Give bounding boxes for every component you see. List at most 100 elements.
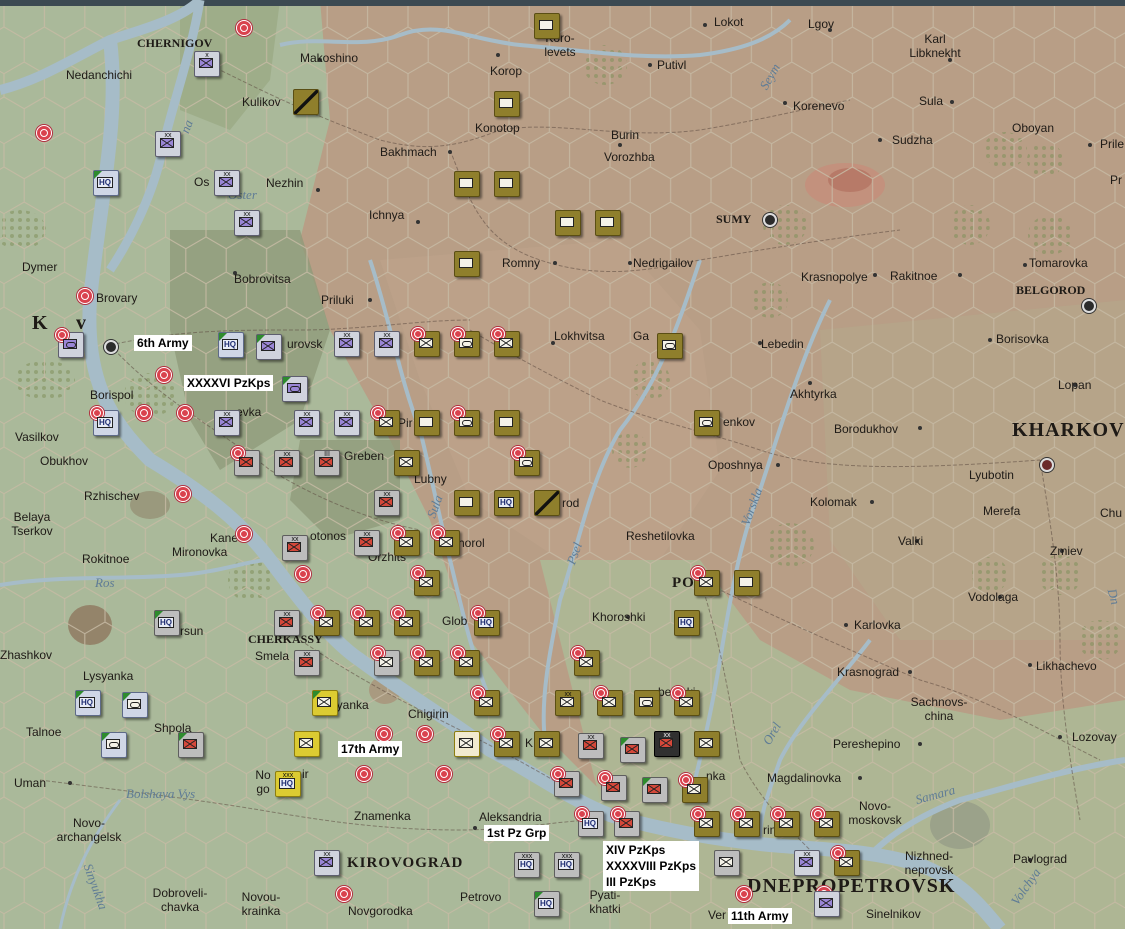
axis-division-counter[interactable]: [831, 846, 860, 876]
axis-supply-counter[interactable]: [734, 570, 760, 596]
soviet-division-counter[interactable]: xx: [374, 490, 400, 516]
axis-arm-counter[interactable]: [657, 333, 683, 359]
axis-supply-counter[interactable]: [454, 251, 480, 277]
soviet-hq-counter[interactable]: HQ: [575, 807, 604, 837]
soviet-division-counter[interactable]: xx: [314, 850, 340, 876]
soviet-division-counter[interactable]: xx: [214, 410, 240, 436]
soviet-hq-counter[interactable]: HQ: [218, 332, 244, 358]
axis-division-counter[interactable]: [691, 566, 720, 596]
axis-division-counter[interactable]: [511, 446, 540, 476]
label-11th-army[interactable]: 11th Army: [728, 908, 792, 924]
axis-hq-counter[interactable]: HQ: [674, 610, 700, 636]
objective-marker[interactable]: [336, 886, 352, 902]
axis-supply-counter[interactable]: [494, 410, 520, 436]
soviet-division-counter[interactable]: xx: [214, 170, 240, 196]
soviet-hq-counter[interactable]: xxx HQ: [554, 852, 580, 878]
axis-division-counter[interactable]: [351, 606, 380, 636]
axis-division-counter[interactable]: [571, 646, 600, 676]
axis-supply-counter[interactable]: [454, 490, 480, 516]
axis-division-counter[interactable]: [694, 731, 720, 757]
soviet-division-counter[interactable]: [642, 777, 668, 803]
soviet-hq-counter[interactable]: HQ: [154, 610, 180, 636]
label-17th-army[interactable]: 17th Army: [338, 741, 403, 757]
axis-division-counter[interactable]: [411, 646, 440, 676]
soviet-division-counter[interactable]: xx: [282, 535, 308, 561]
soviet-hq-counter[interactable]: HQ: [90, 406, 119, 436]
axis-division-counter[interactable]: [451, 327, 480, 357]
axis-division-counter[interactable]: [394, 450, 420, 476]
axis-division-counter[interactable]: [311, 606, 340, 636]
soviet-hq-counter[interactable]: HQ: [75, 690, 101, 716]
axis-division-counter[interactable]: [731, 807, 760, 837]
axis-supply-counter[interactable]: [494, 91, 520, 117]
axis-division-counter[interactable]: [371, 406, 400, 436]
soviet-division-counter[interactable]: xx: [334, 331, 360, 357]
soviet-division-counter[interactable]: [714, 850, 740, 876]
label-1st-pz-grp[interactable]: 1st Pz Grp: [484, 825, 550, 841]
axis-hq-counter[interactable]: HQ: [494, 490, 520, 516]
soviet-hq-counter[interactable]: xxx HQ: [514, 852, 540, 878]
axis-supply-counter[interactable]: [494, 171, 520, 197]
soviet-division-counter[interactable]: xx: [374, 331, 400, 357]
soviet-division-counter[interactable]: xx: [234, 210, 260, 236]
soviet-division-counter[interactable]: [231, 446, 260, 476]
soviet-division-counter[interactable]: [55, 328, 84, 358]
soviet-division-counter[interactable]: xx: [274, 610, 300, 636]
axis-division-counter[interactable]: [471, 686, 500, 716]
axis-division-counter[interactable]: [451, 406, 480, 436]
axis-division-counter[interactable]: [411, 327, 440, 357]
objective-marker[interactable]: [436, 766, 452, 782]
soviet-armor-counter[interactable]: [122, 692, 148, 718]
axis-ally-counter[interactable]: [312, 690, 338, 716]
axis-panzer-counter[interactable]: [534, 490, 560, 516]
axis-ally-hq-counter[interactable]: xxx HQ: [275, 771, 301, 797]
axis-ss-counter[interactable]: xx: [654, 731, 680, 757]
objective-marker[interactable]: [177, 405, 193, 421]
objective-marker[interactable]: [417, 726, 433, 742]
soviet-division-counter[interactable]: [598, 771, 627, 801]
label-pz-corps-group[interactable]: XIV PzKps XXXXVIII PzKps III PzKps: [603, 841, 700, 891]
objective-marker[interactable]: [136, 405, 152, 421]
soviet-division-counter[interactable]: xx: [294, 650, 320, 676]
axis-division-counter[interactable]: [411, 566, 440, 596]
objective-marker[interactable]: [77, 288, 93, 304]
axis-panzer-counter[interactable]: [293, 89, 319, 115]
axis-arm-counter[interactable]: [694, 410, 720, 436]
axis-division-counter[interactable]: [671, 686, 700, 716]
objective-marker[interactable]: [376, 726, 392, 742]
soviet-division-counter[interactable]: xx: [155, 131, 181, 157]
axis-ally-counter[interactable]: [294, 731, 320, 757]
objective-marker[interactable]: [236, 20, 252, 36]
axis-supply-counter[interactable]: [454, 171, 480, 197]
soviet-corps-counter[interactable]: III: [314, 450, 340, 476]
soviet-division-counter[interactable]: xx: [334, 410, 360, 436]
axis-division-counter[interactable]: [691, 807, 720, 837]
soviet-division-counter[interactable]: [282, 376, 308, 402]
soviet-division-counter[interactable]: xx: [274, 450, 300, 476]
axis-division-counter[interactable]: [491, 727, 520, 757]
axis-division-counter[interactable]: [771, 807, 800, 837]
axis-division-counter[interactable]: [431, 526, 460, 556]
soviet-division-counter[interactable]: [551, 767, 580, 797]
objective-marker[interactable]: [175, 486, 191, 502]
strategic-map[interactable]: CHERNIGOV Nedanchichi Makoshino Korop Ko…: [0, 0, 1125, 929]
axis-supply-counter[interactable]: [555, 210, 581, 236]
axis-division-counter[interactable]: [679, 773, 708, 803]
axis-hq-counter[interactable]: HQ: [471, 606, 500, 636]
soviet-division-counter[interactable]: [178, 732, 204, 758]
label-xxxxvi-pzkps[interactable]: XXXXVI PzKps: [184, 375, 274, 391]
axis-division-counter[interactable]: [594, 686, 623, 716]
soviet-division-counter[interactable]: xx: [794, 850, 820, 876]
soviet-division-counter[interactable]: [814, 891, 840, 917]
objective-marker[interactable]: [236, 526, 252, 542]
axis-supply-counter[interactable]: [414, 410, 440, 436]
soviet-hq-counter[interactable]: HQ: [93, 170, 119, 196]
soviet-division-counter[interactable]: xx: [354, 530, 380, 556]
soviet-division-counter[interactable]: [256, 334, 282, 360]
axis-supply-counter[interactable]: [595, 210, 621, 236]
objective-marker[interactable]: [736, 886, 752, 902]
axis-armor-counter[interactable]: [634, 690, 660, 716]
axis-division-counter[interactable]: [491, 327, 520, 357]
axis-supply-counter[interactable]: [534, 13, 560, 39]
soviet-division-counter[interactable]: xx: [294, 410, 320, 436]
